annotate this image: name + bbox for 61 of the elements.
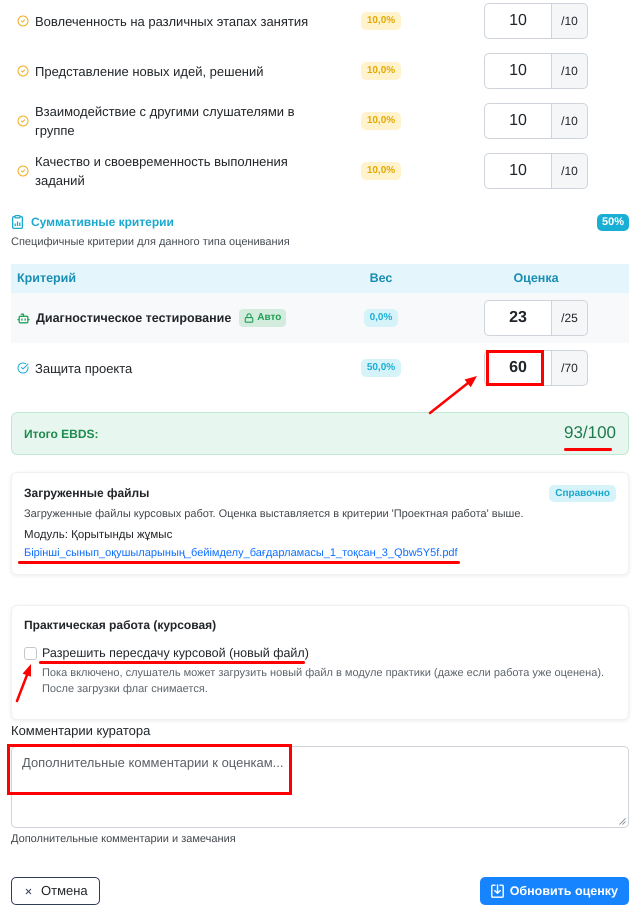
card-description: Загруженные файлы курсовых работ. Оценка выставляется в критерии 'Проектная работа' выше. <box>24 507 525 522</box>
weight-badge: 10,0% <box>360 12 402 30</box>
max-score: /70 <box>552 350 588 386</box>
check-circle-icon <box>17 165 29 177</box>
total-label: Итого EBDS: <box>24 426 99 442</box>
weight-badge: 10,0% <box>360 112 402 130</box>
auto-badge: Авто <box>239 309 286 327</box>
total-score: 93/100 <box>564 422 616 442</box>
checkbox-label[interactable]: Разрешить пересдачу курсовой (новый файл) <box>42 644 309 662</box>
criterion-name: Взаимодействие с другими слушателями в группе <box>35 103 296 140</box>
max-score: /25 <box>552 300 588 336</box>
max-score: /10 <box>552 53 588 89</box>
resize-handle-icon <box>619 818 626 825</box>
score-input[interactable]: 10 <box>484 103 552 139</box>
check-circle-icon <box>17 115 29 127</box>
help-text: Пока включено, слушатель может загрузить новый файл в модуле практики (даже если работа уже оценена). <box>42 666 606 681</box>
weight-badge: 0,0% <box>364 309 398 327</box>
weight-badge: 10,0% <box>360 162 402 180</box>
section-title: Суммативные критерии <box>31 214 174 231</box>
field-label: Комментарии куратора <box>11 722 152 740</box>
score-input[interactable]: 10 <box>484 3 552 39</box>
card-title: Загруженные файлы <box>24 485 150 502</box>
score-input[interactable]: 23 <box>484 300 552 336</box>
weight-badge: 50,0% <box>360 359 402 377</box>
column-header: Критерий <box>16 270 76 288</box>
annotation-arrow <box>426 373 480 416</box>
weight-badge: 10,0% <box>360 62 402 80</box>
help-text: После загрузки флаг снимается. <box>42 682 209 697</box>
robot-icon <box>17 312 30 324</box>
check-circle-icon <box>17 65 29 77</box>
check-circle-icon <box>17 15 29 27</box>
criterion-name: Вовлеченность на различных этапах занятия <box>35 12 310 30</box>
criterion-name: Диагностическое тестирование <box>36 310 232 327</box>
share-badge: 50% <box>596 214 629 230</box>
card-title: Практическая работа (курсовая) <box>24 617 218 634</box>
max-score: /10 <box>552 3 588 39</box>
comment-field[interactable]: Дополнительные комментарии к оценкам... <box>11 746 629 828</box>
column-header: Вес <box>370 270 392 288</box>
underline-mark <box>564 448 612 450</box>
section-subtitle: Специфичные критерии для данного типа оценивания <box>11 235 291 250</box>
clipboard-chart-icon <box>12 215 23 229</box>
highlight-frame <box>486 350 544 386</box>
column-header: Оценка <box>513 270 559 288</box>
lock-icon <box>244 313 254 323</box>
criterion-name: Защита проекта <box>35 360 132 378</box>
module-name: Модуль: Қорытынды жұмыс <box>24 528 174 543</box>
checkbox[interactable] <box>24 646 37 660</box>
max-score: /10 <box>552 153 588 189</box>
cancel-button[interactable]: Отмена <box>11 877 100 905</box>
score-input[interactable]: 10 <box>484 53 552 89</box>
criterion-name: Представление новых идей, решений <box>35 62 265 80</box>
criterion-name: Качество и своевременность выполнения заданий <box>35 153 289 190</box>
max-score: /10 <box>552 103 588 139</box>
close-icon <box>24 886 33 896</box>
file-link[interactable]: Бірінші_сынып_оқушыларының_бейімделу_бағдарламасы_1_тоқсан_3_Qbw5Y5f.pdf <box>24 545 458 561</box>
info-badge: Справочно <box>549 484 616 502</box>
update-grade-button[interactable]: Обновить оценку <box>480 877 629 905</box>
score-input[interactable]: 10 <box>484 153 552 189</box>
check-circle-icon <box>17 362 29 374</box>
field-hint: Дополнительные комментарии и замечания <box>11 832 237 847</box>
download-box-icon <box>490 884 504 898</box>
